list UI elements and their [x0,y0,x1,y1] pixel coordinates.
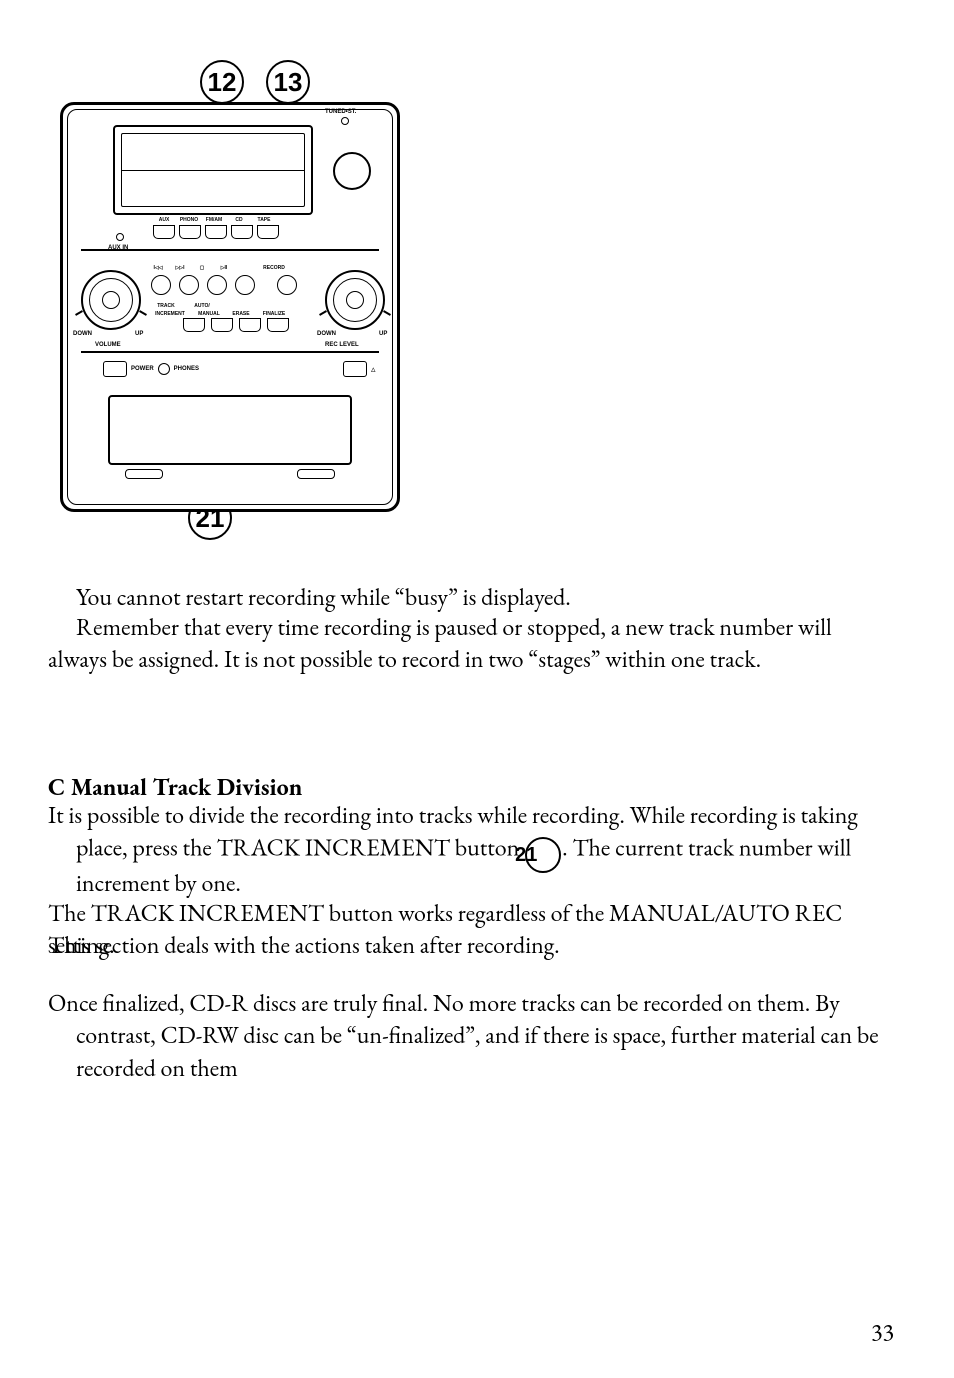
callout-12: 12 [200,60,244,104]
volume-knob [81,270,141,330]
body-text: Once finalized, CD-R discs are truly fin… [48,988,894,1085]
transport-buttons [151,275,297,295]
phones-label: PHONES [174,366,199,372]
down-label: DOWN [317,331,336,337]
finalize-button [267,318,289,332]
lcd-display [113,125,313,215]
callout-12-label: 12 [208,67,237,98]
t-label: I◁◁ [149,265,167,271]
body-text: Remember that every time recording is pa… [48,612,894,677]
rec-opt-label: MANUAL [195,311,223,317]
next-button [179,275,199,295]
stop-button [207,275,227,295]
src-label: AUX [153,217,175,223]
t-label: ▢ [193,265,211,271]
down-label: DOWN [73,331,92,337]
power-phones-row: POWER PHONES [103,361,199,377]
callout-13-label: 13 [274,67,303,98]
rec-level-knob [325,270,385,330]
power-label: POWER [131,366,154,372]
rec-opt-label: ERASE [229,311,253,317]
aux-in-jack [116,233,124,241]
body-text: This section deals with the actions take… [48,930,894,962]
eject-icon: ▵ [371,365,376,374]
auto-manual-button [211,318,233,332]
up-label: UP [135,331,143,337]
rec-opt-labels-top: TRACK AUTO/ [151,303,217,309]
prev-button [151,275,171,295]
device-diagram: 12 13 21 TUNED•ST. AUX PHONO FM/AM CD TA… [60,60,400,540]
tuning-knob [333,152,371,190]
body-text-span: Remember that every time recording is pa… [48,612,832,675]
page: 12 13 21 TUNED•ST. AUX PHONO FM/AM CD TA… [0,0,954,1378]
rec-opt-label: FINALIZE [259,311,289,317]
body-text: You cannot restart recording while “busy… [48,582,894,614]
callout-13: 13 [266,60,310,104]
inline-callout-21: 21 [525,837,561,873]
body-text: It is possible to divide the recording i… [48,800,894,901]
eject-row: ▵ [343,361,376,377]
src-label: CD [228,217,250,223]
t-label: ▷▷I [171,265,189,271]
play-pause-button [235,275,255,295]
t-label: RECORD [259,265,289,271]
rec-level-label: REC LEVEL [325,342,359,348]
source-buttons [153,225,279,239]
transport-labels: I◁◁ ▷▷I ▢ ▷II RECORD [149,265,289,271]
device-body: TUNED•ST. AUX PHONO FM/AM CD TAPE [60,102,400,512]
src-button [231,225,253,239]
disc-tray [108,395,352,465]
tuned-led [341,117,349,125]
erase-button [239,318,261,332]
rec-opt-buttons [183,318,289,332]
volume-label: VOLUME [95,342,121,348]
power-button [103,361,127,377]
up-label: UP [379,331,387,337]
record-button [277,275,297,295]
src-button [179,225,201,239]
src-button [257,225,279,239]
rec-opt-labels-bot: INCREMENT MANUAL ERASE FINALIZE [151,311,289,317]
phones-jack [158,363,170,375]
eject-button [343,361,367,377]
src-label: FM/AM [203,217,225,223]
aux-in-label: AUX IN [108,245,128,251]
divider [81,351,379,353]
src-label: PHONO [178,217,200,223]
page-number: 33 [871,1317,894,1348]
t-label: ▷II [215,265,233,271]
source-labels: AUX PHONO FM/AM CD TAPE [153,217,275,223]
rec-opt-label: INCREMENT [151,311,189,317]
rec-opt-label: AUTO/ [187,303,217,309]
tuned-label: TUNED•ST. [325,109,356,115]
src-button [205,225,227,239]
rec-opt-label: TRACK [151,303,181,309]
track-increment-button [183,318,205,332]
src-label: TAPE [253,217,275,223]
src-button [153,225,175,239]
